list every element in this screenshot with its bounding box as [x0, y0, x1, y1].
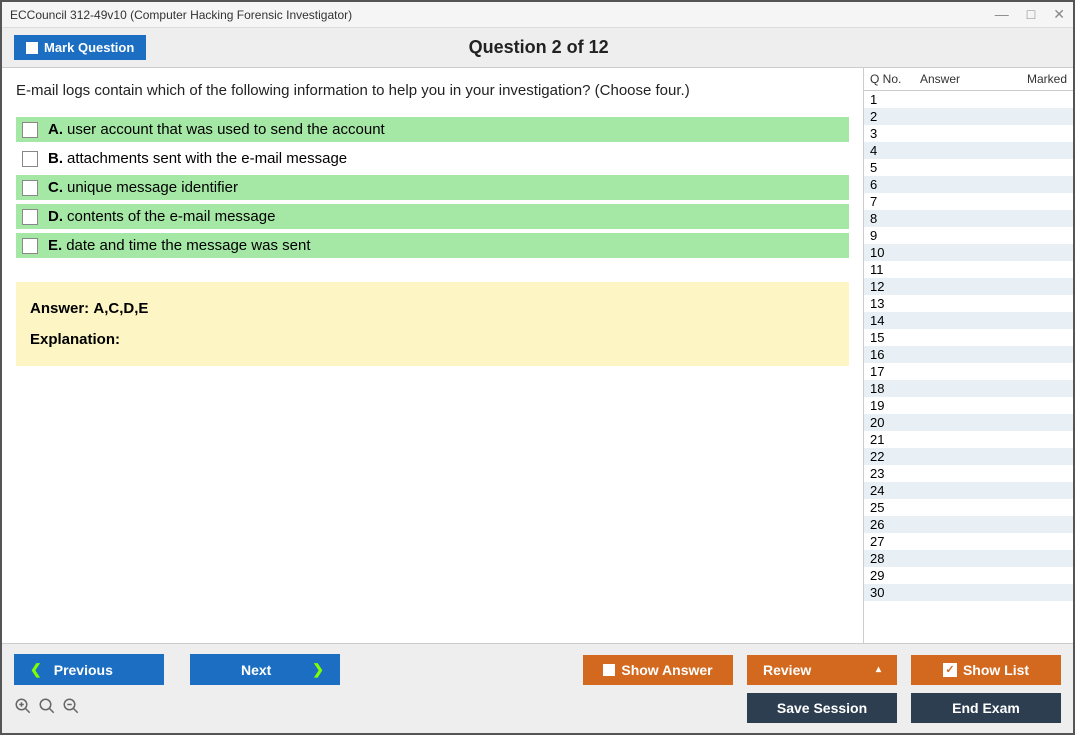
- question-list-row[interactable]: 29: [864, 567, 1073, 584]
- bottom-bar: ❮ Previous Next ❯ Show Answer Review ▴: [2, 643, 1073, 733]
- end-exam-label: End Exam: [952, 700, 1020, 716]
- option-checkbox[interactable]: [22, 238, 38, 254]
- option-text: date and time the message was sent: [66, 237, 310, 254]
- question-list-row[interactable]: 12: [864, 278, 1073, 295]
- question-list-row[interactable]: 30: [864, 584, 1073, 601]
- question-list-row[interactable]: 26: [864, 516, 1073, 533]
- question-list[interactable]: 1234567891011121314151617181920212223242…: [864, 91, 1073, 643]
- option-row[interactable]: E. date and time the message was sent: [16, 233, 849, 258]
- window-controls: — □ ✕: [995, 6, 1065, 23]
- option-letter: A.: [48, 121, 63, 138]
- button-row-1: ❮ Previous Next ❯ Show Answer Review ▴: [14, 654, 1061, 685]
- header-bar: Mark Question Question 2 of 12: [2, 28, 1073, 68]
- next-button[interactable]: Next ❯: [190, 654, 340, 685]
- zoom-in-icon[interactable]: [14, 697, 32, 720]
- chevron-right-icon: ❯: [312, 661, 324, 678]
- option-text: user account that was used to send the a…: [67, 121, 385, 138]
- save-session-button[interactable]: Save Session: [747, 693, 897, 723]
- option-letter: E.: [48, 237, 62, 254]
- checkbox-icon: [603, 664, 615, 676]
- option-row[interactable]: D. contents of the e-mail message: [16, 204, 849, 229]
- option-letter: C.: [48, 179, 63, 196]
- col-marked: Marked: [1007, 72, 1067, 86]
- window-title: ECCouncil 312-49v10 (Computer Hacking Fo…: [10, 8, 995, 22]
- question-list-header: Q No. Answer Marked: [864, 68, 1073, 91]
- question-list-row[interactable]: 28: [864, 550, 1073, 567]
- question-list-row[interactable]: 22: [864, 448, 1073, 465]
- zoom-controls: [14, 697, 80, 720]
- option-text: attachments sent with the e-mail message: [67, 150, 347, 167]
- end-exam-button[interactable]: End Exam: [911, 693, 1061, 723]
- question-list-row[interactable]: 20: [864, 414, 1073, 431]
- option-text: unique message identifier: [67, 179, 238, 196]
- show-answer-label: Show Answer: [621, 662, 712, 678]
- question-list-row[interactable]: 18: [864, 380, 1073, 397]
- show-list-label: Show List: [963, 662, 1029, 678]
- previous-label: Previous: [54, 662, 148, 678]
- answer-label: Answer:: [30, 300, 89, 317]
- button-row-2: Save Session End Exam: [14, 693, 1061, 723]
- next-label: Next: [206, 662, 306, 678]
- previous-button[interactable]: ❮ Previous: [14, 654, 164, 685]
- checkbox-checked-icon: ✓: [943, 663, 957, 677]
- question-list-row[interactable]: 21: [864, 431, 1073, 448]
- main-area: E-mail logs contain which of the followi…: [2, 68, 1073, 643]
- question-list-row[interactable]: 24: [864, 482, 1073, 499]
- question-list-row[interactable]: 7: [864, 193, 1073, 210]
- option-row[interactable]: A. user account that was used to send th…: [16, 117, 849, 142]
- option-letter: D.: [48, 208, 63, 225]
- zoom-out-icon[interactable]: [62, 697, 80, 720]
- question-list-row[interactable]: 13: [864, 295, 1073, 312]
- zoom-reset-icon[interactable]: [38, 697, 56, 720]
- question-list-row[interactable]: 8: [864, 210, 1073, 227]
- show-answer-button[interactable]: Show Answer: [583, 655, 733, 685]
- minimize-icon[interactable]: —: [995, 6, 1009, 23]
- close-icon[interactable]: ✕: [1053, 6, 1065, 23]
- review-label: Review: [763, 662, 811, 678]
- question-list-row[interactable]: 10: [864, 244, 1073, 261]
- question-list-row[interactable]: 5: [864, 159, 1073, 176]
- question-list-row[interactable]: 16: [864, 346, 1073, 363]
- chevron-left-icon: ❮: [30, 661, 42, 678]
- question-list-row[interactable]: 6: [864, 176, 1073, 193]
- app-window: ECCouncil 312-49v10 (Computer Hacking Fo…: [0, 0, 1075, 735]
- col-qno: Q No.: [870, 72, 920, 86]
- option-checkbox[interactable]: [22, 122, 38, 138]
- question-list-row[interactable]: 25: [864, 499, 1073, 516]
- answer-value: A,C,D,E: [93, 300, 148, 317]
- question-list-row[interactable]: 9: [864, 227, 1073, 244]
- question-list-row[interactable]: 4: [864, 142, 1073, 159]
- option-checkbox[interactable]: [22, 151, 38, 167]
- explanation-label: Explanation:: [30, 331, 835, 348]
- question-counter: Question 2 of 12: [16, 37, 1061, 58]
- question-list-panel: Q No. Answer Marked 12345678910111213141…: [863, 68, 1073, 643]
- maximize-icon[interactable]: □: [1027, 6, 1035, 23]
- col-answer: Answer: [920, 72, 1007, 86]
- question-text: E-mail logs contain which of the followi…: [16, 82, 849, 99]
- show-list-button[interactable]: ✓ Show List: [911, 655, 1061, 685]
- options-list: A. user account that was used to send th…: [16, 117, 849, 262]
- question-list-row[interactable]: 2: [864, 108, 1073, 125]
- option-checkbox[interactable]: [22, 209, 38, 225]
- answer-box: Answer: A,C,D,E Explanation:: [16, 282, 849, 366]
- save-session-label: Save Session: [777, 700, 867, 716]
- option-row[interactable]: B. attachments sent with the e-mail mess…: [16, 146, 849, 171]
- question-list-row[interactable]: 17: [864, 363, 1073, 380]
- question-list-row[interactable]: 11: [864, 261, 1073, 278]
- question-list-row[interactable]: 27: [864, 533, 1073, 550]
- question-list-row[interactable]: 1: [864, 91, 1073, 108]
- option-checkbox[interactable]: [22, 180, 38, 196]
- question-list-row[interactable]: 15: [864, 329, 1073, 346]
- titlebar: ECCouncil 312-49v10 (Computer Hacking Fo…: [2, 2, 1073, 28]
- option-letter: B.: [48, 150, 63, 167]
- content-area: E-mail logs contain which of the followi…: [2, 68, 863, 643]
- option-row[interactable]: C. unique message identifier: [16, 175, 849, 200]
- question-list-row[interactable]: 19: [864, 397, 1073, 414]
- caret-up-icon: ▴: [876, 664, 881, 675]
- question-list-row[interactable]: 23: [864, 465, 1073, 482]
- review-button[interactable]: Review ▴: [747, 655, 897, 685]
- question-list-row[interactable]: 3: [864, 125, 1073, 142]
- option-text: contents of the e-mail message: [67, 208, 275, 225]
- question-list-row[interactable]: 14: [864, 312, 1073, 329]
